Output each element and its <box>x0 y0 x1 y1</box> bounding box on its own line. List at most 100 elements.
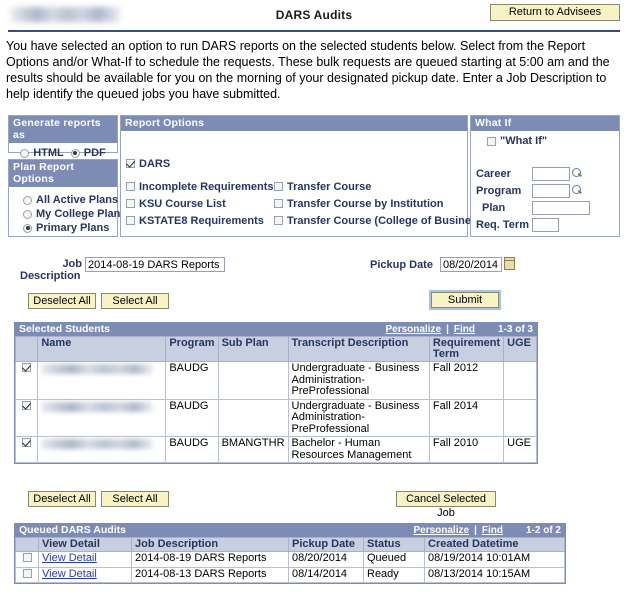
cell-program: BAUDG <box>165 398 219 437</box>
col-select <box>14 336 39 362</box>
students-personalize-link[interactable]: Personalize <box>385 323 441 336</box>
what-if-checkbox[interactable] <box>487 136 496 146</box>
select-all-button-top[interactable]: Select All <box>101 293 169 309</box>
primary-plans-radio[interactable] <box>23 223 32 233</box>
checkbox-option-ksu-course-list[interactable]: KSU Course List <box>126 198 274 210</box>
queued-dars-audits-grid: Queued DARS Audits Personalize | Find 1-… <box>14 523 566 584</box>
job-description-input[interactable] <box>85 257 225 272</box>
page-header: DARS Audits Return to Advisees <box>0 0 628 32</box>
ksu-course-list-checkbox[interactable] <box>126 199 135 208</box>
selected-students-table: Name Program Sub Plan Transcript Descrip… <box>14 336 537 463</box>
cell-job-description: 2014-08-13 DARS Reports <box>131 566 289 583</box>
cell-transcript-description: Undergraduate - Business Administration-… <box>287 398 430 437</box>
checkbox-option-dars[interactable]: DARS <box>126 158 274 170</box>
queued-find-link[interactable]: Find <box>482 524 503 537</box>
career-input[interactable] <box>532 166 570 181</box>
row-checkbox[interactable] <box>22 553 32 562</box>
radio-option-primary-plans[interactable]: Primary Plans <box>23 222 117 234</box>
all-active-plans-radio[interactable] <box>23 195 32 205</box>
col-status: Status <box>363 537 425 552</box>
radio-option-all-active-plans[interactable]: All Active Plans <box>23 194 118 206</box>
row-select-cell[interactable] <box>14 361 39 400</box>
submit-button[interactable]: Submit <box>429 290 501 310</box>
col-select <box>15 537 39 552</box>
return-to-advisees-button[interactable]: Return to Advisees <box>490 4 620 21</box>
radio-option-my-college-plans[interactable]: My College Plans <box>23 208 126 220</box>
checkbox-option-transfer-course-by-institution[interactable]: Transfer Course by Institution <box>274 198 466 210</box>
queued-row-count: 1-2 of 2 <box>525 525 561 536</box>
cell-name <box>37 398 167 437</box>
program-lookup-search-icon[interactable] <box>572 185 583 196</box>
queued-audits-title: Queued DARS Audits <box>19 524 126 536</box>
transfer-course-checkbox[interactable] <box>274 182 283 191</box>
col-pickup-date: Pickup Date <box>288 537 364 552</box>
ksu-course-list-label: KSU Course List <box>139 197 226 210</box>
incomplete-requirements-checkbox[interactable] <box>126 182 135 191</box>
cancel-selected-job-button[interactable]: Cancel Selected Job <box>396 491 496 519</box>
report-option-row-3: KSTATE8 Requirements Transfer Course (Co… <box>126 212 487 229</box>
view-detail-link[interactable]: View Detail <box>42 568 97 580</box>
req-term-input[interactable] <box>532 217 559 232</box>
deselect-all-button-top[interactable]: Deselect All <box>28 293 96 309</box>
pdf-radio[interactable] <box>70 148 80 158</box>
kstate8-requirements-checkbox[interactable] <box>126 216 135 225</box>
transfer-course-by-institution-checkbox[interactable] <box>274 199 283 208</box>
html-radio[interactable] <box>20 148 30 158</box>
deselect-all-button-bottom[interactable]: Deselect All <box>28 491 96 507</box>
row-checkbox[interactable] <box>22 438 32 447</box>
cell-view-detail[interactable]: View Detail <box>38 551 132 568</box>
program-input[interactable] <box>532 183 570 198</box>
pickup-date-input[interactable] <box>440 257 502 272</box>
row-checkbox[interactable] <box>22 568 32 578</box>
dars-checkbox[interactable] <box>126 159 135 168</box>
selected-students-titlebar: Selected Students Personalize | Find 1-3… <box>15 323 537 336</box>
row-select-cell[interactable] <box>15 551 39 568</box>
cell-created-datetime: 08/19/2014 10:01AM <box>424 551 565 568</box>
radio-option-pdf[interactable]: PDF <box>70 147 106 159</box>
row-select-cell[interactable] <box>15 566 39 583</box>
checkbox-option-transfer-course[interactable]: Transfer Course <box>274 181 466 193</box>
cell-pickup-date: 08/20/2014 <box>288 551 364 568</box>
cell-status: Ready <box>363 566 425 583</box>
row-checkbox[interactable] <box>22 400 32 410</box>
transfer-course-college-of-business-checkbox[interactable] <box>274 216 283 225</box>
report-options-title: Report Options <box>121 116 467 131</box>
report-option-row-dars: DARS <box>126 155 466 172</box>
checkbox-option-kstate8-requirements[interactable]: KSTATE8 Requirements <box>126 215 274 227</box>
queued-personalize-link[interactable]: Personalize <box>413 524 469 537</box>
radio-option-html[interactable]: HTML <box>20 147 64 159</box>
col-job-description: Job Description <box>131 537 289 552</box>
checkbox-option-what-if[interactable]: "What If" <box>487 135 547 147</box>
table-header-row: View Detail Job Description Pickup Date … <box>15 537 565 552</box>
checkbox-option-incomplete-requirements[interactable]: Incomplete Requirements <box>126 181 274 193</box>
checkbox-option-transfer-course-college-of-business[interactable]: Transfer Course (College of Business) <box>274 215 487 227</box>
view-detail-link[interactable]: View Detail <box>42 552 97 564</box>
row-checkbox[interactable] <box>22 363 32 372</box>
transfer-course-by-institution-label: Transfer Course by Institution <box>287 197 444 210</box>
instructions-paragraph: You have selected an option to run DARS … <box>6 39 610 101</box>
generate-reports-as-panel: Generate reports as HTML PDF <box>8 115 118 159</box>
pickup-date-label: Pickup Date <box>370 259 433 271</box>
calendar-icon[interactable] <box>504 257 515 270</box>
students-find-link[interactable]: Find <box>454 323 475 336</box>
cell-uge <box>503 361 537 400</box>
row-select-cell[interactable] <box>14 436 39 463</box>
career-lookup-search-icon[interactable] <box>572 168 583 179</box>
cell-requirement-term: Fall 2012 <box>428 361 505 400</box>
plan-input[interactable] <box>532 200 590 215</box>
cell-sub-plan <box>217 361 289 400</box>
my-college-plans-label: My College Plans <box>36 208 127 220</box>
row-select-cell[interactable] <box>14 398 39 437</box>
selected-students-grid: Selected Students Personalize | Find 1-3… <box>14 322 538 464</box>
col-uge: UGE <box>503 336 537 362</box>
students-link-separator: | <box>446 324 449 335</box>
what-if-req-term-row: Req. Term <box>476 216 621 233</box>
cell-transcript-description: Bachelor - Human Resources Management <box>287 436 430 463</box>
table-row: View Detail 2014-08-19 DARS Reports 08/2… <box>15 551 565 568</box>
student-name-redacted <box>41 364 153 374</box>
cell-name <box>37 361 167 400</box>
cell-view-detail[interactable]: View Detail <box>38 566 132 583</box>
what-if-program-row: Program <box>476 182 621 199</box>
my-college-plans-radio[interactable] <box>23 209 32 219</box>
select-all-button-bottom[interactable]: Select All <box>101 491 169 507</box>
